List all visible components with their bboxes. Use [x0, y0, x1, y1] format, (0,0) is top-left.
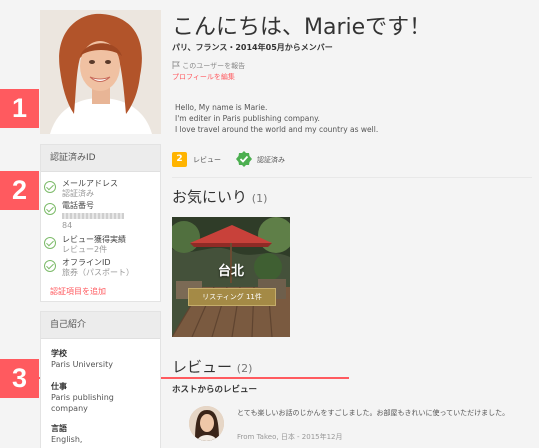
verified-item-offline-id: オフラインID 旅券（パスポート）	[41, 258, 160, 278]
check-circle-icon	[44, 181, 56, 193]
verified-id-panel: 認証済みID メールアドレス 認証済み 電話番号 84 レビュー獲得実績 レビュ…	[40, 144, 161, 302]
divider	[172, 177, 532, 178]
marker-2: 2	[0, 171, 39, 210]
favorite-city-label: 台北	[217, 264, 244, 279]
reviews-count: (2)	[236, 362, 253, 375]
page-title: こんにちは、Marieです！	[172, 15, 432, 40]
marker-1: 1	[0, 89, 39, 128]
favorite-wishlist-card[interactable]: 台北 リスティング 11件	[172, 217, 290, 337]
verified-item-reviews: レビュー獲得実績 レビュー2件	[41, 235, 160, 255]
check-circle-icon	[44, 260, 56, 272]
edit-profile-link[interactable]: プロフィールを編集	[172, 72, 235, 82]
school-value: Paris University	[51, 360, 113, 369]
reviewer-photo	[189, 406, 224, 441]
check-circle-icon	[44, 203, 56, 215]
review-text: とても楽しいお話のじかんをすごしました。お部屋もきれいに使っていただけました。	[237, 409, 510, 417]
review-author: From Takeo, 日本 - 2015年12月	[237, 433, 343, 441]
member-subtitle: パリ、フランス・2014年05月からメンバー	[172, 43, 333, 52]
about-title: 自己紹介	[41, 312, 160, 339]
host-reviews-subheading: ホストからのレビュー	[172, 385, 258, 395]
reviews-heading: レビュー (2)	[172, 358, 253, 376]
verified-item-email: メールアドレス 認証済み	[41, 179, 160, 199]
listing-count-button[interactable]: リスティング 11件	[188, 288, 276, 306]
favorites-heading: お気にいり (1)	[172, 188, 268, 206]
bio-line: Hello, My name is Marie.	[175, 103, 268, 112]
bio-line: I love travel around the world and my co…	[175, 125, 379, 134]
reviews-badge-label[interactable]: レビュー	[193, 155, 221, 165]
add-verification-link[interactable]: 認証項目を追加	[41, 286, 160, 297]
language-label: 言語	[51, 424, 67, 433]
reviewer-avatar[interactable]	[189, 406, 224, 441]
flag-icon	[172, 61, 180, 69]
profile-photo-image	[40, 10, 161, 134]
language-value: English,	[51, 435, 83, 444]
bio-text: Hello, My name is Marie. I'm editer in P…	[175, 102, 378, 135]
school-label: 学校	[51, 349, 67, 358]
about-panel: 自己紹介 学校 Paris University 仕事 Paris publis…	[40, 311, 161, 448]
favorites-count: (1)	[251, 192, 268, 205]
work-label: 仕事	[51, 382, 67, 391]
verified-item-phone: 電話番号 84	[41, 201, 160, 231]
redacted-phone-number	[62, 212, 124, 219]
work-value-line-2: company	[51, 404, 88, 413]
report-user-link[interactable]: このユーザーを報告	[172, 61, 245, 71]
verified-badge-label: 認証済み	[257, 156, 285, 164]
verified-id-title: 認証済みID	[41, 145, 160, 172]
marker-3: 3	[0, 359, 39, 398]
profile-photo	[40, 10, 161, 134]
bio-line: I'm editer in Paris publishing company.	[175, 114, 320, 123]
review-count-badge: 2	[172, 152, 187, 167]
work-value-line-1: Paris publishing	[51, 393, 114, 402]
check-circle-icon	[44, 237, 56, 249]
verified-badge-icon	[236, 151, 252, 171]
